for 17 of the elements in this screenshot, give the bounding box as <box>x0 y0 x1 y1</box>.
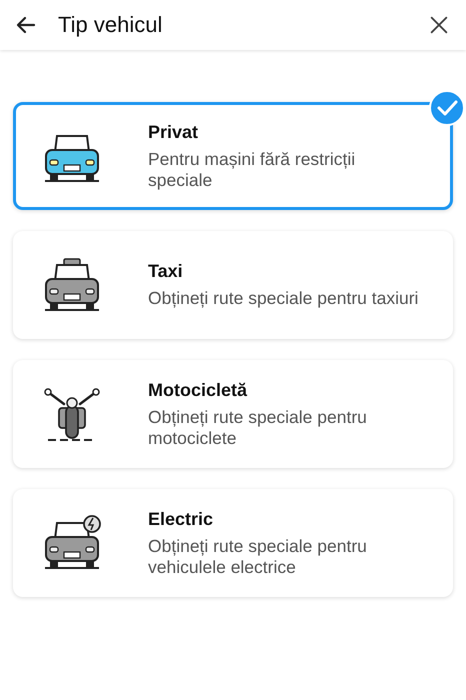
vehicle-option-card[interactable]: Taxi Obțineți rute speciale pentru taxiuri <box>13 231 453 339</box>
option-title: Motocicletă <box>148 380 248 400</box>
screen-title: Tip vehicul <box>58 12 164 38</box>
motorcycle-icon <box>42 386 102 442</box>
electric-car-icon <box>42 515 102 571</box>
option-description: Pentru mașini fără restricții speciale <box>148 148 356 190</box>
option-description: Obțineți rute speciale pentru vehiculele electrice <box>148 536 368 578</box>
vehicle-option-card[interactable]: Privat Pentru mașini fără restricții speciale <box>13 102 453 210</box>
vehicle-option-card[interactable]: Motocicletă Obțineți rute speciale pentru motociclete <box>13 360 453 468</box>
vehicle-option-card[interactable]: Electric Obțineți rute speciale pentru vehiculele electrice <box>13 489 453 597</box>
taxi-icon <box>42 257 102 313</box>
option-description: Obțineți rute speciale pentru taxiuri <box>148 288 418 309</box>
close-icon[interactable] <box>428 14 450 36</box>
option-title: Taxi <box>148 261 184 282</box>
option-title: Privat <box>148 122 200 142</box>
option-title: Electric <box>148 508 214 530</box>
option-description: Obțineți rute speciale pentru motociclete <box>148 406 368 448</box>
